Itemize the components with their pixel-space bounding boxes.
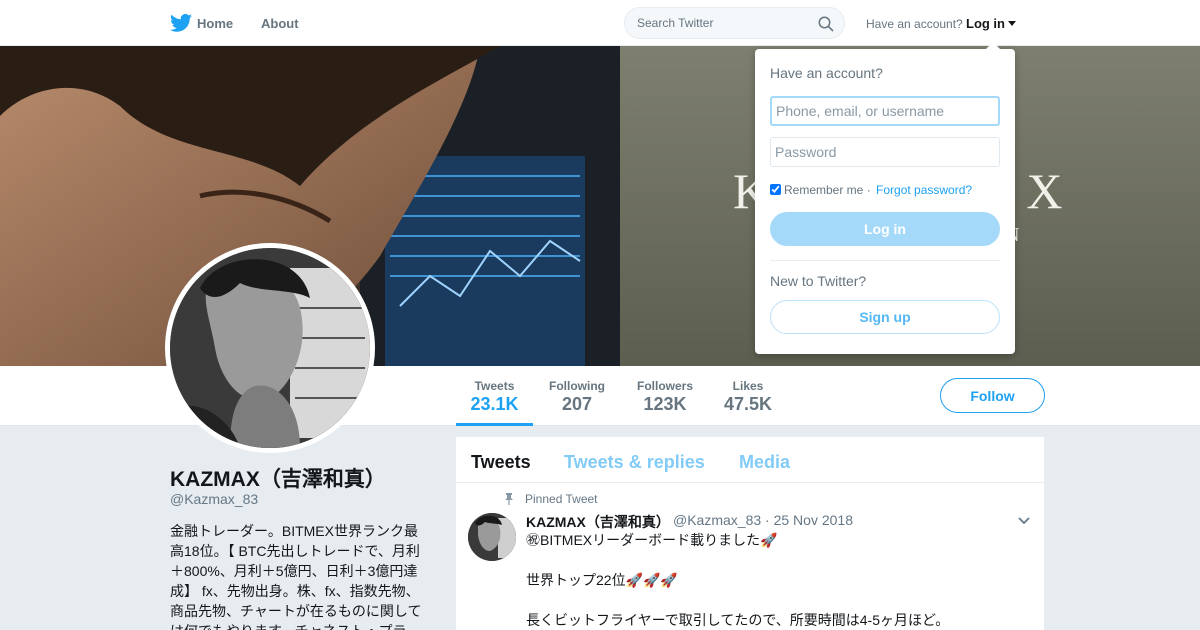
- dropdown-title: Have an account?: [770, 65, 883, 81]
- stat-followers[interactable]: Followers 123K: [630, 366, 700, 426]
- password-field[interactable]: [770, 137, 1000, 167]
- remember-separator: ·: [863, 183, 875, 197]
- twitter-bird-icon[interactable]: [170, 13, 192, 33]
- dropdown-divider: [770, 260, 1000, 261]
- tab-media[interactable]: Media: [739, 452, 790, 473]
- new-to-twitter-text: New to Twitter?: [770, 273, 867, 289]
- tweet-avatar[interactable]: [468, 513, 516, 561]
- login-button[interactable]: Log in: [770, 212, 1000, 246]
- stat-label: Tweets: [474, 379, 515, 393]
- profile-handle[interactable]: @Kazmax_83: [170, 491, 258, 507]
- stat-following[interactable]: Following 207: [541, 366, 613, 426]
- stat-value: 23.1K: [470, 394, 519, 414]
- tweet-meta[interactable]: @Kazmax_83 · 25 Nov 2018: [673, 512, 853, 528]
- search-icon[interactable]: [818, 16, 834, 32]
- pinned-tweet-label: Pinned Tweet: [525, 492, 598, 506]
- follow-button[interactable]: Follow: [940, 378, 1045, 413]
- tab-tweets-replies[interactable]: Tweets & replies: [564, 452, 705, 473]
- stat-label: Following: [549, 379, 605, 393]
- caret-down-icon[interactable]: [1008, 21, 1016, 26]
- login-dropdown: Have an account? Remember me · Forgot pa…: [755, 42, 1015, 354]
- profile-name: KAZMAX（吉澤和真）: [170, 468, 386, 491]
- stat-value: 207: [561, 394, 593, 414]
- timeline: Tweets Tweets & replies Media Pinned Twe…: [456, 437, 1044, 630]
- profile-bio: 金融トレーダー。BITMEX世界ランク最高18位。【 BTC先出しトレードで、月…: [170, 523, 422, 630]
- remember-label[interactable]: Remember me: [784, 183, 863, 197]
- tab-tweets[interactable]: Tweets: [471, 452, 531, 473]
- nav-about-link[interactable]: About: [261, 16, 299, 31]
- username-field[interactable]: [770, 96, 1000, 126]
- pin-icon: [505, 493, 513, 505]
- remember-row: Remember me · Forgot password?: [770, 183, 972, 197]
- timeline-tabs: Tweets Tweets & replies Media: [456, 437, 1044, 483]
- signup-button[interactable]: Sign up: [770, 300, 1000, 334]
- search-input[interactable]: [637, 16, 807, 30]
- tweet-text: ㊗BITMEXリーダーボード載りました🚀 世界トップ22位🚀🚀🚀 長くビットフラ…: [526, 532, 950, 628]
- tweet-author-name[interactable]: KAZMAX（吉澤和真）: [526, 512, 670, 532]
- remember-checkbox[interactable]: [770, 184, 781, 195]
- forgot-password-link[interactable]: Forgot password?: [876, 183, 972, 197]
- search-box[interactable]: [624, 7, 845, 39]
- stat-value: 47.5K: [723, 394, 773, 414]
- nav-home-link[interactable]: Home: [197, 16, 233, 31]
- stat-value: 123K: [643, 394, 687, 414]
- avatar-photo: [170, 248, 370, 448]
- stat-label: Followers: [636, 379, 693, 393]
- stat-tweets[interactable]: Tweets 23.1K: [456, 366, 533, 426]
- stat-likes[interactable]: Likes 47.5K: [718, 366, 778, 426]
- top-navigation: Home About Have an account? Log in: [0, 0, 1200, 46]
- have-account-text: Have an account?: [866, 17, 963, 31]
- stat-label: Likes: [732, 379, 764, 393]
- login-menu-link[interactable]: Log in: [966, 16, 1005, 31]
- profile-avatar[interactable]: [165, 243, 375, 453]
- chevron-down-icon[interactable]: [1018, 517, 1030, 525]
